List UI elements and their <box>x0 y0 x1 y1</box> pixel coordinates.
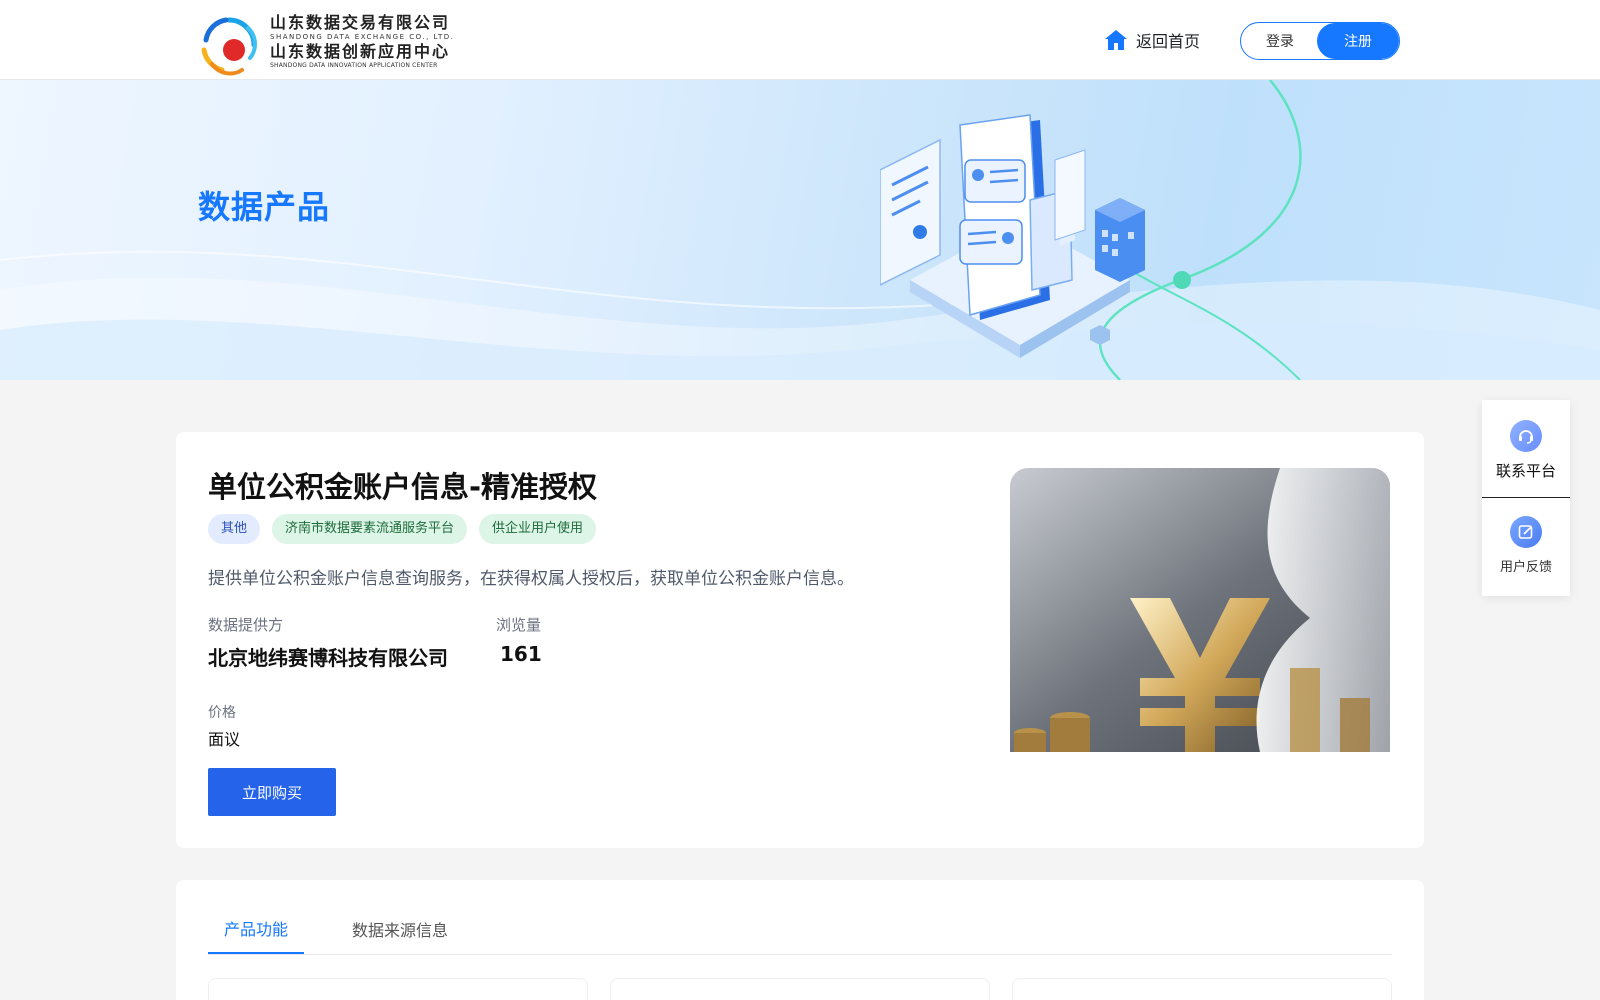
logo-name-cn-2: 山东数据创新应用中心 <box>270 42 451 61</box>
views-label: 浏览量 <box>496 616 542 634</box>
page-title: 数据产品 <box>198 188 331 226</box>
logo-name-en-2: SHANDONG DATA INNOVATION APPLICATION CEN… <box>270 62 438 69</box>
active-tab-indicator <box>208 952 304 954</box>
feature-card <box>208 978 588 1000</box>
feature-card <box>1012 978 1392 1000</box>
logo-name-cn-1: 山东数据交易有限公司 <box>270 13 451 32</box>
user-feedback-button[interactable]: 用户反馈 <box>1482 516 1570 575</box>
home-link-label: 返回首页 <box>1136 32 1201 51</box>
buy-now-button[interactable]: 立即购买 <box>208 768 336 816</box>
user-feedback-label: 用户反馈 <box>1499 560 1552 575</box>
tab-product-features[interactable]: 产品功能 <box>224 916 288 940</box>
provider-value: 北京地纬赛博科技有限公司 <box>208 646 448 670</box>
product-image <box>1010 468 1390 752</box>
logo-text: 山东数据交易有限公司 SHANDONG DATA EXCHANGE CO., L… <box>270 14 454 70</box>
logo-icon <box>201 17 257 76</box>
tab-data-source-info[interactable]: 数据来源信息 <box>352 917 448 941</box>
tag-platform: 济南市数据要素流通服务平台 <box>272 514 468 544</box>
page-banner: 数据产品 <box>0 80 1600 380</box>
product-title: 单位公积金账户信息-精准授权 <box>208 470 598 504</box>
tag-category: 其他 <box>208 514 261 544</box>
home-link[interactable]: 返回首页 <box>1104 26 1200 54</box>
feature-card <box>610 978 990 1000</box>
company-logo[interactable]: 山东数据交易有限公司 SHANDONG DATA EXCHANGE CO., L… <box>198 12 460 76</box>
views-value: 161 <box>500 642 542 666</box>
floating-side-panel: 联系平台 用户反馈 <box>1482 400 1570 596</box>
home-icon <box>1105 30 1127 50</box>
contact-platform-button[interactable]: 联系平台 <box>1482 420 1570 498</box>
auth-buttons: 登录 注册 <box>1240 22 1400 60</box>
product-tags: 其他 济南市数据要素流通服务平台 供企业用户使用 <box>208 514 597 544</box>
provider-label: 数据提供方 <box>208 616 284 634</box>
product-description: 提供单位公积金账户信息查询服务，在获得权属人授权后，获取单位公积金账户信息。 <box>208 569 854 589</box>
top-header: 山东数据交易有限公司 SHANDONG DATA EXCHANGE CO., L… <box>0 0 1600 80</box>
login-button[interactable]: 登录 <box>1241 23 1319 59</box>
headset-icon <box>1510 420 1542 452</box>
logo-name-en-1: SHANDONG DATA EXCHANGE CO., LTD. <box>270 33 455 41</box>
register-button[interactable]: 注册 <box>1317 23 1399 59</box>
product-detail-card: 单位公积金账户信息-精准授权 其他 济南市数据要素流通服务平台 供企业用户使用 … <box>176 432 1424 848</box>
price-label: 价格 <box>208 705 236 721</box>
tag-audience: 供企业用户使用 <box>479 514 597 544</box>
contact-platform-label: 联系平台 <box>1495 462 1556 480</box>
tabs-divider <box>208 954 1392 955</box>
product-tabs-card: 产品功能 数据来源信息 <box>176 880 1424 1000</box>
data-product-illustration <box>880 80 1302 380</box>
price-value: 面议 <box>208 730 241 749</box>
edit-icon <box>1510 516 1542 548</box>
